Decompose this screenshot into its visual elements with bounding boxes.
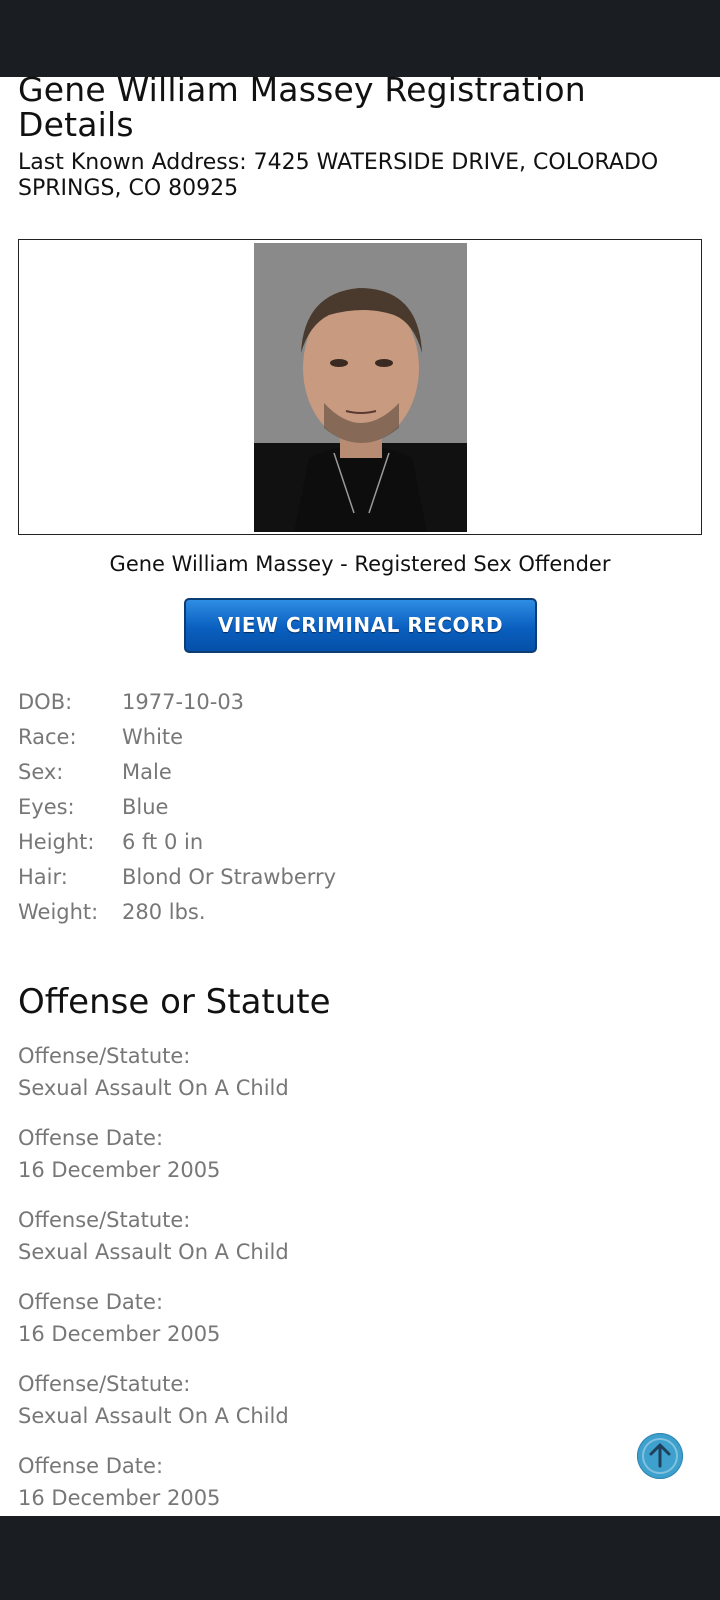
offense-value: Sexual Assault On A Child bbox=[18, 1404, 289, 1428]
offense-label: Offense Date: bbox=[18, 1454, 164, 1478]
offense-value: 16 December 2005 bbox=[18, 1158, 221, 1182]
detail-row: Sex: Male bbox=[18, 757, 704, 792]
detail-row: Race: White bbox=[18, 722, 704, 757]
view-criminal-record-button[interactable]: VIEW CRIMINAL RECORD bbox=[184, 598, 537, 653]
registration-header: Gene William Massey Registration Details… bbox=[18, 72, 704, 202]
detail-row: Hair: Blond Or Strawberry bbox=[18, 862, 704, 897]
detail-value: Male bbox=[122, 760, 172, 784]
offense-section-title: Offense or Statute bbox=[18, 982, 331, 1022]
last-known-address: Last Known Address: 7425 WATERSIDE DRIVE… bbox=[18, 150, 659, 201]
offense-label: Offense/Statute: bbox=[18, 1372, 191, 1396]
offense-value: 16 December 2005 bbox=[18, 1322, 221, 1346]
offense-item: Offense Date: 16 December 2005 bbox=[18, 1286, 704, 1350]
offense-item: Offense Date: 16 December 2005 bbox=[18, 1122, 704, 1186]
detail-label: Race: bbox=[18, 725, 77, 749]
detail-label: DOB: bbox=[18, 690, 73, 714]
offense-item: Offense/Statute: Sexual Assault On A Chil… bbox=[18, 1040, 704, 1104]
detail-value: 1977-10-03 bbox=[122, 690, 245, 714]
page-title: Gene William Massey Registration Details bbox=[18, 70, 586, 144]
detail-label: Sex: bbox=[18, 760, 64, 784]
photo-caption: Gene William Massey - Registered Sex Off… bbox=[109, 552, 611, 576]
offense-label: Offense/Statute: bbox=[18, 1208, 191, 1232]
detail-value: 6 ft 0 in bbox=[122, 830, 204, 854]
offense-item: Offense/Statute: Sexual Assault On A Chil… bbox=[18, 1368, 704, 1432]
offense-label: Offense Date: bbox=[18, 1290, 164, 1314]
physical-details: DOB: 1977-10-03 Race: White Sex: Male Eyes:… bbox=[18, 687, 704, 932]
top-bar bbox=[0, 0, 720, 77]
detail-label: Height: bbox=[18, 830, 95, 854]
detail-row: Eyes: Blue bbox=[18, 792, 704, 827]
arrow-up-icon bbox=[642, 1438, 678, 1474]
offense-value: Sexual Assault On A Child bbox=[18, 1240, 289, 1264]
offender-photo bbox=[254, 243, 467, 532]
offense-item: Offense Date: 16 December 2005 bbox=[18, 1450, 704, 1514]
detail-label: Hair: bbox=[18, 865, 68, 889]
detail-value: White bbox=[122, 725, 184, 749]
detail-value: Blue bbox=[122, 795, 169, 819]
photo-frame bbox=[18, 239, 702, 535]
offense-label: Offense Date: bbox=[18, 1126, 164, 1150]
detail-label: Eyes: bbox=[18, 795, 75, 819]
detail-value: Blond Or Strawberry bbox=[122, 865, 337, 889]
offense-label: Offense/Statute: bbox=[18, 1044, 191, 1068]
detail-label: Weight: bbox=[18, 900, 99, 924]
bottom-bar bbox=[0, 1516, 720, 1600]
offense-value: Sexual Assault On A Child bbox=[18, 1076, 289, 1100]
detail-row: Height: 6 ft 0 in bbox=[18, 827, 704, 862]
offense-item: Offense/Statute: Sexual Assault On A Chil… bbox=[18, 1204, 704, 1268]
offense-list: Offense/Statute: Sexual Assault On A Chil… bbox=[18, 1040, 704, 1532]
offense-value: 16 December 2005 bbox=[18, 1486, 221, 1510]
scroll-to-top-button[interactable] bbox=[637, 1433, 683, 1479]
detail-row: Weight: 280 lbs. bbox=[18, 897, 704, 932]
detail-row: DOB: 1977-10-03 bbox=[18, 687, 704, 722]
detail-value: 280 lbs. bbox=[122, 900, 206, 924]
